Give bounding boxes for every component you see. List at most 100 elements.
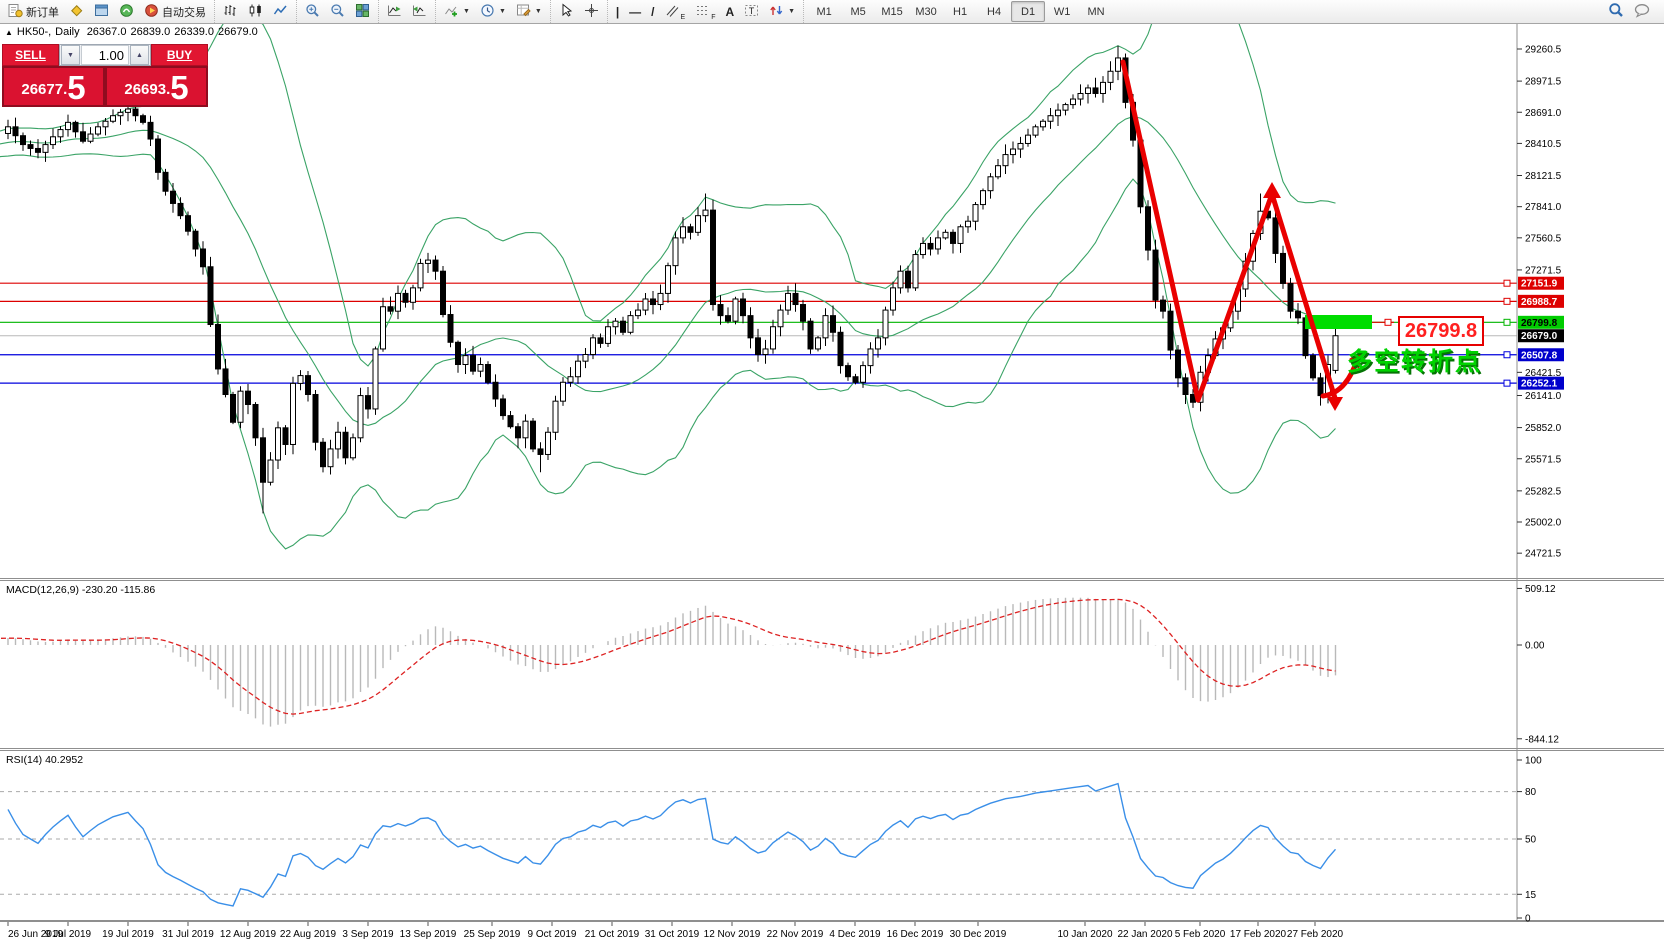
arrows-button[interactable]: ▼ (764, 1, 800, 22)
timeframe-d1[interactable]: D1 (1011, 1, 1046, 22)
chevron-down-icon: ▼ (498, 8, 506, 15)
horizontal-line-button-glyph: — (629, 4, 642, 19)
chat-button[interactable] (1629, 1, 1656, 22)
line-handle-marker (1503, 351, 1511, 359)
date-tick-label: 12 Nov 2019 (704, 929, 761, 940)
buy-button[interactable]: BUY (151, 44, 208, 66)
ohlc-high: 26839.0 (130, 26, 171, 38)
svg-text:27151.9: 27151.9 (1521, 279, 1558, 290)
sell-price-main: 26677 (21, 81, 64, 98)
marketwatch-icon (69, 3, 84, 21)
price-badge-27151.9: 27151.9 (1518, 276, 1564, 290)
bar-chart-button[interactable] (218, 1, 243, 22)
volume-stepper: ▼ 1.00 ▲ (59, 44, 151, 66)
date-tick-label: 16 Dec 2019 (887, 929, 944, 940)
macd-tick-label: -844.12 (1525, 734, 1559, 745)
line-chart-button[interactable] (268, 1, 293, 22)
chart-period: Daily (55, 26, 80, 38)
date-tick-label: 9 Oct 2019 (528, 929, 577, 940)
autotrade-icon (144, 3, 159, 21)
trendline-button[interactable]: / (646, 1, 659, 22)
chevron-down-icon: ▼ (534, 8, 542, 15)
timeframe-m30[interactable]: M30 (909, 1, 943, 22)
chevron-down-icon: ▼ (463, 8, 470, 15)
data-window-button[interactable] (89, 1, 114, 22)
chart-shift-icon (412, 3, 427, 21)
search-button[interactable] (1603, 1, 1629, 22)
rsi-tick-label: 0 (1525, 914, 1531, 925)
navigator-button[interactable] (114, 1, 139, 22)
autotrading-button[interactable]: 自动交易 (139, 1, 211, 22)
sell-button[interactable]: SELL (2, 44, 59, 66)
chat-icon (1634, 3, 1651, 21)
candlestick-chart-button[interactable] (243, 1, 268, 22)
zoom-in-icon (305, 3, 320, 21)
date-tick-label: 25 Sep 2019 (464, 929, 521, 940)
text-label-button[interactable]: T (739, 1, 764, 22)
crosshair-button[interactable] (579, 1, 604, 22)
svg-text:26679.0: 26679.0 (1521, 331, 1558, 342)
zoom-in-button[interactable] (300, 1, 325, 22)
timeframe-mn[interactable]: MN (1079, 1, 1113, 22)
chart-canvas[interactable]: 29260.5 28971.5 28691.0 28410.5 28121.5 27841… (0, 0, 1664, 945)
sell-price[interactable]: 26677. 5 (4, 68, 103, 105)
volume-decrease-button[interactable]: ▼ (61, 45, 80, 65)
vertical-line-button[interactable]: | (611, 1, 624, 22)
toolbar-group-orders: 新订单 自动交易 (0, 0, 214, 23)
chart-title-bar: ▲ HK50-, Daily 26367.0 26839.0 26339.0 26679.… (5, 26, 262, 38)
timeframe-m30-label: M30 (915, 5, 937, 18)
price-tick-label: 28971.5 (1525, 77, 1562, 88)
text-button-glyph: A (725, 4, 735, 19)
sell-price-big-digit: 5 (67, 69, 86, 106)
price-tick-label: 27560.5 (1525, 233, 1562, 244)
periods-button[interactable]: ▼ (475, 1, 511, 22)
price-tick-label: 25852.0 (1525, 423, 1562, 434)
equidistant-channel-button[interactable]: E (660, 1, 691, 22)
rsi-tick-label: 80 (1525, 787, 1537, 798)
templates-button[interactable]: ▼ (511, 1, 547, 22)
marketwatch-button[interactable] (64, 1, 89, 22)
auto-scroll-button[interactable] (382, 1, 407, 22)
indicators-button[interactable]: ▼ (439, 1, 475, 22)
new-order-button[interactable]: 新订单 (3, 1, 64, 22)
price-tick-label: 28691.0 (1525, 108, 1562, 119)
timeframe-mn-label: MN (1087, 5, 1105, 18)
buy-price[interactable]: 26693. 5 (107, 68, 206, 105)
timeframe-h4-label: H4 (987, 5, 1002, 18)
horizontal-line-button[interactable]: — (624, 1, 646, 22)
timeframe-m1[interactable]: M1 (807, 1, 841, 22)
tile-windows-button[interactable] (350, 1, 375, 22)
cursor-button[interactable] (554, 1, 579, 22)
price-tick-label: 26141.0 (1525, 391, 1562, 402)
zoom-out-button[interactable] (325, 1, 350, 22)
date-tick-label: 22 Nov 2019 (767, 929, 824, 940)
timeframe-h4[interactable]: H4 (977, 1, 1011, 22)
timeframe-m5[interactable]: M5 (841, 1, 875, 22)
price-label-anchor (1384, 318, 1392, 326)
price-tick-label: 27841.0 (1525, 202, 1562, 213)
timeframe-w1[interactable]: W1 (1045, 1, 1079, 22)
vertical-line-button-glyph: | (615, 4, 620, 19)
price-badge-26799.8: 26799.8 (1518, 315, 1564, 329)
text-button[interactable]: A (720, 1, 739, 22)
toolbar-group-draw: | — / E F A T ▼ (606, 0, 803, 23)
timeframe-m15[interactable]: M15 (875, 1, 909, 22)
rsi-tick-label: 15 (1525, 890, 1537, 901)
rsi-tick-label: 50 (1525, 835, 1537, 846)
tile-icon (355, 3, 370, 21)
timeframe-h1-label: H1 (953, 5, 968, 18)
timeframe-h1[interactable]: H1 (943, 1, 977, 22)
cursor-icon (559, 2, 574, 21)
chart-shift-button[interactable] (407, 1, 432, 22)
volume-input[interactable]: 1.00 (81, 45, 129, 65)
fibonacci-button[interactable]: F (690, 1, 720, 22)
date-tick-label: 19 Jul 2019 (102, 929, 154, 940)
volume-increase-button[interactable]: ▲ (130, 45, 149, 65)
price-tick-label: 25002.0 (1525, 518, 1562, 529)
mt4-window: 29260.5 28971.5 28691.0 28410.5 28121.5 27841… (0, 0, 1664, 945)
collapse-icon[interactable]: ▲ (5, 28, 13, 37)
chevron-down-icon: ▼ (788, 8, 796, 15)
ohlc-open: 26367.0 (86, 26, 127, 38)
indicators-icon (444, 3, 459, 21)
svg-text:T: T (749, 6, 755, 16)
